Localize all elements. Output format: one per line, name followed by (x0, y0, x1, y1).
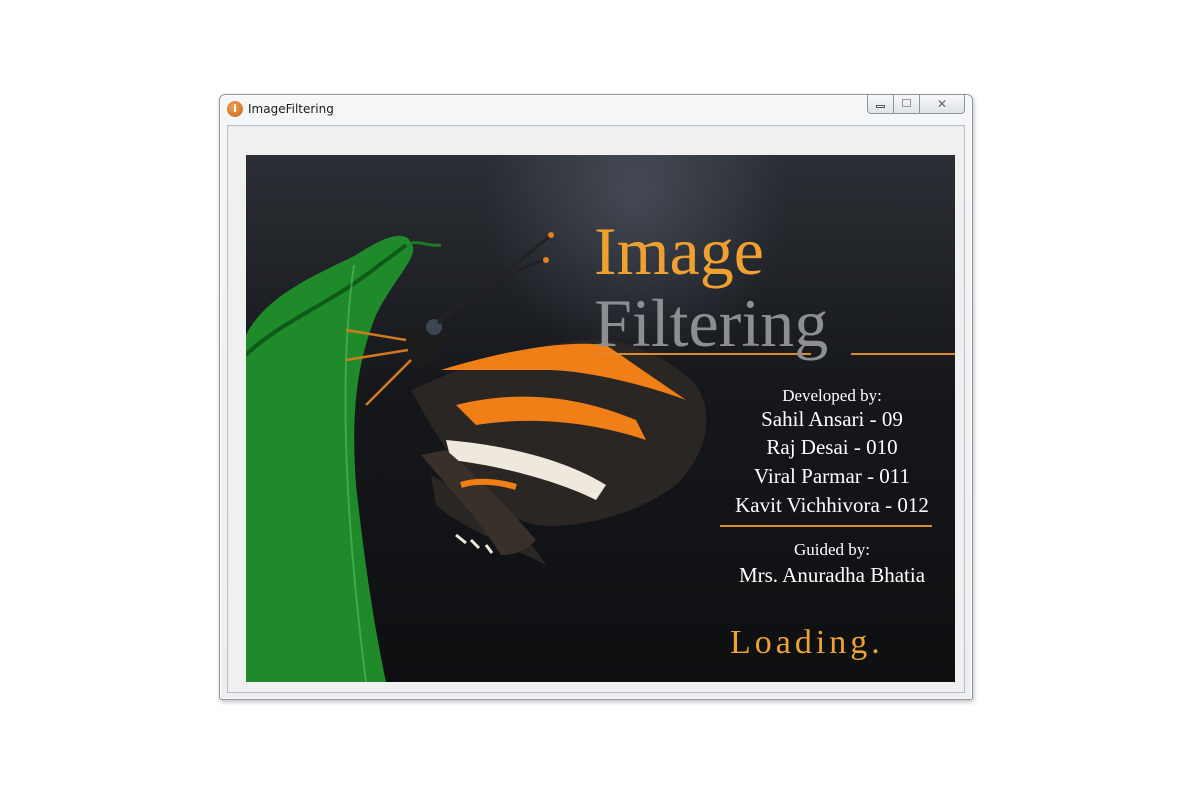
developer-name: Kavit Vichhivora - 012 (735, 493, 929, 517)
leaf-image (246, 235, 442, 682)
guided-by-label: Guided by: (793, 540, 871, 559)
app-icon[interactable]: i (227, 101, 243, 117)
developer-name: Sahil Ansari - 09 (761, 407, 903, 431)
minimize-button[interactable] (867, 95, 894, 114)
title-word-image: Image (594, 213, 764, 289)
caption-buttons: ✕ (867, 95, 965, 115)
maximize-icon (902, 99, 911, 107)
developer-name: Raj Desai - 010 (766, 435, 898, 459)
minimize-icon (876, 105, 885, 108)
loading-status: Loading. (730, 624, 884, 661)
close-button[interactable]: ✕ (920, 95, 965, 114)
title-word-filtering: Filtering (594, 285, 829, 361)
close-icon: ✕ (936, 97, 948, 111)
title-bar[interactable]: i ImageFiltering ✕ (220, 95, 972, 123)
splash-panel: Image Filtering Developed by: Sahil Ansa… (246, 155, 955, 682)
developer-name: Viral Parmar - 011 (754, 464, 910, 488)
developed-by-label: Developed by: (782, 386, 882, 405)
guide-name: Mrs. Anuradha Bhatia (738, 563, 926, 587)
window-title: ImageFiltering (248, 102, 334, 116)
maximize-button[interactable] (894, 95, 920, 114)
